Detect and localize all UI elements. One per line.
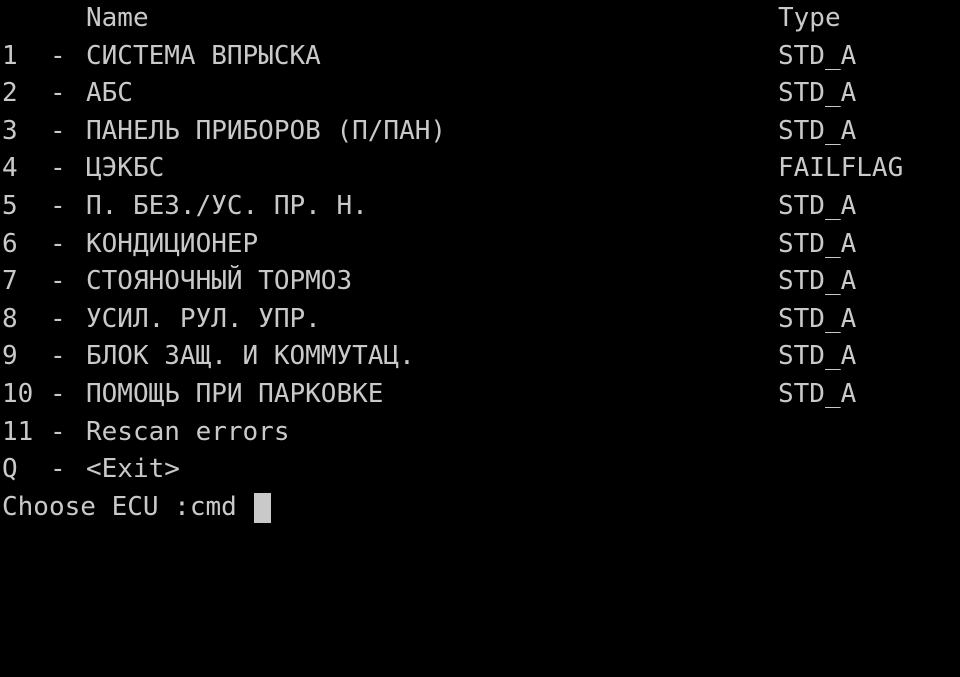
command-prompt-label: Choose ECU :cmd bbox=[2, 491, 237, 522]
menu-row-2[interactable]: 2 - АБС STD_A bbox=[0, 75, 960, 113]
menu-row-7[interactable]: 7 - СТОЯНОЧНЫЙ ТОРМОЗ STD_A bbox=[0, 263, 960, 301]
menu-row-index: 5 bbox=[2, 190, 18, 221]
menu-row-8[interactable]: 8 - УСИЛ. РУЛ. УПР. STD_A bbox=[0, 301, 960, 339]
menu-row-index: 4 bbox=[2, 153, 18, 184]
menu-row-1[interactable]: 1 - СИСТЕМА ВПРЫСКА STD_A bbox=[0, 38, 960, 76]
text-cursor bbox=[254, 492, 271, 523]
column-header-name: Name bbox=[86, 3, 149, 33]
menu-row-index: 9 bbox=[2, 341, 18, 372]
terminal-screen[interactable]: Name Type 1 - СИСТЕМА ВПРЫСКА STD_A 2 - … bbox=[0, 0, 960, 602]
menu-row-separator: - bbox=[50, 78, 66, 109]
menu-row-5[interactable]: 5 - П. БЕЗ./УС. ПР. Н. STD_A bbox=[0, 188, 960, 226]
menu-row-index: 6 bbox=[2, 228, 18, 259]
menu-row-9[interactable]: 9 - БЛОК ЗАЩ. И КОММУТАЦ. STD_A bbox=[0, 338, 960, 376]
menu-row-index: Q bbox=[2, 454, 18, 485]
column-header-type: Type bbox=[778, 3, 841, 33]
menu-row-exit[interactable]: Q - <Exit> bbox=[0, 451, 960, 489]
menu-row-type: STD_A bbox=[778, 115, 857, 146]
menu-row-separator: - bbox=[50, 303, 66, 334]
menu-row-separator: - bbox=[50, 228, 66, 259]
menu-row-name: ПАНЕЛЬ ПРИБОРОВ (П/ПАН) bbox=[86, 115, 447, 146]
menu-row-separator: - bbox=[50, 266, 66, 297]
menu-row-index: 2 bbox=[2, 78, 18, 109]
menu-row-separator: - bbox=[50, 153, 66, 184]
menu-row-index: 8 bbox=[2, 303, 18, 334]
menu-row-name: УСИЛ. РУЛ. УПР. bbox=[86, 303, 321, 334]
menu-row-name: СТОЯНОЧНЫЙ ТОРМОЗ bbox=[86, 266, 353, 297]
command-prompt-line[interactable]: Choose ECU :cmd bbox=[0, 489, 960, 527]
menu-row-name: СИСТЕМА ВПРЫСКА bbox=[86, 40, 321, 71]
menu-row-separator: - bbox=[50, 40, 66, 71]
menu-row-name: Rescan errors bbox=[86, 416, 290, 447]
menu-row-type: FAILFLAG bbox=[778, 153, 904, 184]
menu-row-10[interactable]: 10 - ПОМОЩЬ ПРИ ПАРКОВКЕ STD_A bbox=[0, 376, 960, 414]
menu-row-separator: - bbox=[50, 115, 66, 146]
table-header-row: Name Type bbox=[0, 0, 960, 38]
menu-row-name: АБС bbox=[86, 78, 133, 109]
menu-row-name: ПОМОЩЬ ПРИ ПАРКОВКЕ bbox=[86, 378, 384, 409]
menu-row-4[interactable]: 4 - ЦЭКБС FAILFLAG bbox=[0, 150, 960, 188]
menu-row-type: STD_A bbox=[778, 78, 857, 109]
menu-row-name: БЛОК ЗАЩ. И КОММУТАЦ. bbox=[86, 341, 415, 372]
menu-row-type: STD_A bbox=[778, 266, 857, 297]
menu-row-type: STD_A bbox=[778, 228, 857, 259]
menu-row-index: 7 bbox=[2, 266, 18, 297]
menu-row-type: STD_A bbox=[778, 378, 857, 409]
menu-row-name: <Exit> bbox=[86, 454, 180, 485]
menu-row-6[interactable]: 6 - КОНДИЦИОНЕР STD_A bbox=[0, 226, 960, 264]
menu-row-name: П. БЕЗ./УС. ПР. Н. bbox=[86, 190, 368, 221]
menu-row-separator: - bbox=[50, 454, 66, 485]
menu-row-separator: - bbox=[50, 190, 66, 221]
empty-terminal-area bbox=[0, 526, 960, 596]
menu-row-type: STD_A bbox=[778, 40, 857, 71]
menu-row-name: КОНДИЦИОНЕР bbox=[86, 228, 259, 259]
menu-row-3[interactable]: 3 - ПАНЕЛЬ ПРИБОРОВ (П/ПАН) STD_A bbox=[0, 113, 960, 151]
menu-row-index: 1 bbox=[2, 40, 18, 71]
menu-row-separator: - bbox=[50, 341, 66, 372]
menu-row-type: STD_A bbox=[778, 303, 857, 334]
menu-row-separator: - bbox=[50, 378, 66, 409]
menu-row-index: 10 bbox=[2, 378, 34, 409]
menu-row-rescan-errors[interactable]: 11 - Rescan errors bbox=[0, 414, 960, 452]
menu-row-type: STD_A bbox=[778, 341, 857, 372]
menu-row-index: 11 bbox=[2, 416, 34, 447]
menu-row-type: STD_A bbox=[778, 190, 857, 221]
menu-row-index: 3 bbox=[2, 115, 18, 146]
menu-row-name: ЦЭКБС bbox=[86, 153, 165, 184]
menu-row-separator: - bbox=[50, 416, 66, 447]
